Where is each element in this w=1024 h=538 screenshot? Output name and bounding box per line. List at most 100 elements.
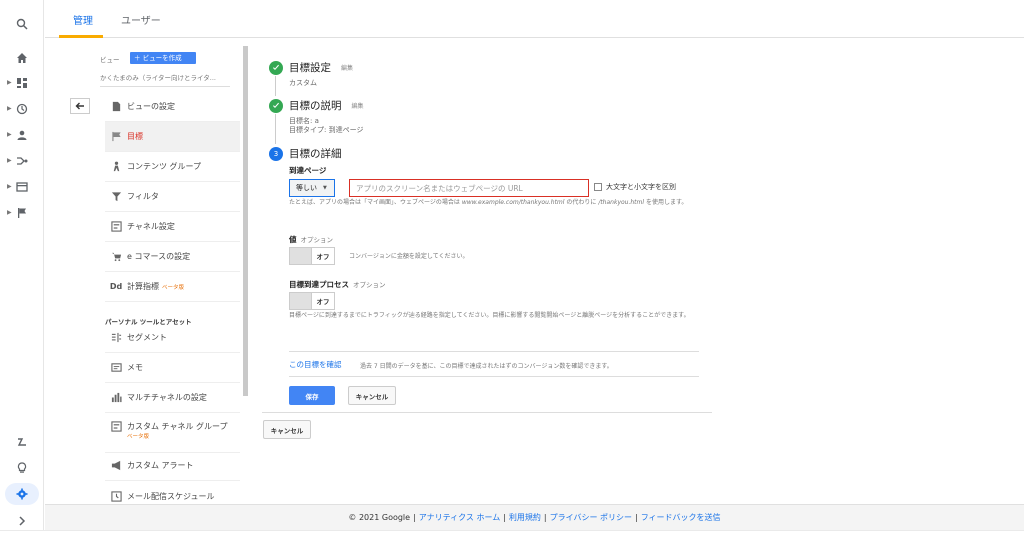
match-type-dropdown[interactable]: 等しい ▼ — [289, 179, 335, 197]
gear-icon[interactable] — [0, 484, 44, 504]
divider — [262, 412, 712, 413]
flag-icon — [105, 131, 127, 142]
search-icon[interactable] — [0, 14, 44, 34]
expand-rail-chevron-icon[interactable] — [0, 511, 44, 531]
divider — [289, 376, 699, 377]
tab-user[interactable]: ユーザー — [121, 12, 161, 27]
view-menu-label: カスタム アラート — [127, 461, 194, 470]
view-menu-label: メール配信スケジュール — [127, 491, 215, 501]
back-arrow-icon — [75, 102, 84, 110]
view-menu-item-multichannel[interactable]: マルチチャネルの設定 — [105, 383, 240, 413]
view-menu-item-calculated-metrics[interactable]: Dd 計算指標 ベータ版 — [105, 272, 240, 302]
person-group-icon — [105, 161, 127, 172]
verify-goal-description: 過去 7 日間のデータを基に、この目標で達成されたはずのコンバージョン数を確認で… — [360, 363, 613, 370]
beta-badge: ベータ版 — [127, 434, 150, 440]
filter-icon — [105, 191, 127, 202]
step-summary: カスタム — [289, 79, 317, 87]
footer-link-terms[interactable]: 利用規約 — [509, 512, 541, 523]
case-sensitive-checkbox[interactable] — [594, 183, 602, 191]
value-help-text: コンバージョンに金額を設定してください。 — [349, 253, 469, 260]
view-selector[interactable]: かくたまのみ（ライター向けとライタ... — [100, 72, 230, 87]
view-menu-label: コンテンツ グループ — [127, 162, 202, 171]
view-menu-label: メモ — [127, 363, 143, 372]
lightbulb-icon[interactable] — [0, 458, 44, 478]
segment-icon — [105, 332, 127, 343]
check-circle-icon — [269, 98, 283, 113]
beta-badge: ベータ版 — [162, 284, 185, 291]
attribution-icon[interactable] — [0, 432, 44, 452]
step-title: 目標の説明 — [289, 100, 342, 112]
view-menu-label: 目標 — [127, 132, 143, 141]
step-goal-details: 3 目標の詳細 — [269, 146, 342, 161]
bar-chart-icon — [105, 392, 127, 403]
tab-admin[interactable]: 管理 — [73, 12, 93, 27]
channel-group-icon — [105, 421, 127, 432]
footer-link-feedback[interactable]: フィードバックを送信 — [641, 512, 721, 523]
back-button[interactable] — [70, 98, 90, 114]
home-icon[interactable] — [0, 48, 44, 68]
outer-cancel-button[interactable]: キャンセル — [263, 420, 311, 439]
verify-goal-link[interactable]: この目標を確認 — [289, 359, 342, 370]
edit-link[interactable]: 編集 — [352, 101, 364, 110]
toggle-state: オフ — [316, 298, 330, 306]
document-icon — [105, 101, 127, 112]
view-menu-item-ecommerce[interactable]: e コマースの設定 — [105, 242, 240, 272]
step-connector — [275, 114, 276, 144]
behavior-icon[interactable] — [0, 177, 44, 197]
active-tab-underline — [59, 35, 103, 38]
view-menu-label: ビューの設定 — [127, 102, 175, 111]
footer-link-analytics-home[interactable]: アナリティクス ホーム — [419, 512, 500, 523]
funnel-label: 目標到達プロセス オプション — [289, 280, 386, 289]
channel-icon — [105, 221, 127, 232]
case-sensitive-label: 大文字と小文字を区別 — [606, 183, 676, 191]
create-view-button[interactable]: ＋ ビューを作成 — [130, 52, 196, 64]
cancel-button[interactable]: キャンセル — [348, 386, 396, 405]
toggle-knob — [290, 293, 312, 309]
conversions-flag-icon[interactable] — [0, 203, 44, 223]
destination-label: 到達ページ — [289, 166, 327, 175]
save-button[interactable]: 保存 — [289, 386, 335, 405]
step-title: 目標の詳細 — [289, 148, 342, 160]
view-menu-item-notes[interactable]: メモ — [105, 353, 240, 383]
step-goal-description: 目標の説明 編集 — [269, 98, 364, 113]
view-menu-item-custom-channel-groups[interactable]: カスタム チャネル グループ ベータ版 — [105, 413, 240, 453]
match-type-value: 等しい — [296, 184, 317, 192]
acquisition-icon[interactable] — [0, 151, 44, 171]
view-menu-label: 計算指標 — [127, 282, 159, 291]
audience-icon[interactable] — [0, 125, 44, 145]
destination-url-input[interactable] — [349, 179, 589, 197]
destination-help-text: たとえば、アプリの場合は「マイ画面」、ウェブページの場合は www.exampl… — [289, 199, 688, 206]
toggle-knob — [290, 248, 312, 264]
footer-link-privacy[interactable]: プライバシー ポリシー — [550, 512, 632, 523]
view-menu-item-channel-settings[interactable]: チャネル設定 — [105, 212, 240, 242]
step-title: 目標設定 — [289, 62, 331, 74]
view-menu-label: フィルタ — [127, 192, 159, 201]
view-menu-label: マルチチャネルの設定 — [127, 393, 207, 402]
clock-icon — [105, 490, 127, 502]
edit-link[interactable]: 編集 — [341, 63, 353, 72]
admin-top-bar: 管理 ユーザー — [45, 0, 1024, 38]
footer: © 2021 Google | アナリティクス ホーム | 利用規約 | プライ… — [45, 504, 1024, 530]
dd-icon: Dd — [109, 282, 123, 291]
view-column: ビュー ＋ ビューを作成 かくたまのみ（ライター向けとライタ... ビューの設定… — [70, 46, 250, 504]
view-menu-item-content-groups[interactable]: コンテンツ グループ — [105, 152, 240, 182]
funnel-toggle[interactable]: オフ — [289, 292, 335, 310]
value-toggle[interactable]: オフ — [289, 247, 335, 265]
view-menu-label: チャネル設定 — [127, 222, 175, 231]
view-menu-item-filters[interactable]: フィルタ — [105, 182, 240, 212]
clock-icon[interactable] — [0, 99, 44, 119]
view-column-scrollbar[interactable] — [243, 46, 248, 396]
view-menu-item-custom-alerts[interactable]: カスタム アラート — [105, 451, 240, 481]
view-menu-item-view-settings[interactable]: ビューの設定 — [105, 92, 240, 122]
step-goal-setup: 目標設定 編集 — [269, 60, 353, 75]
view-menu-item-segments[interactable]: セグメント — [105, 323, 240, 353]
left-nav-rail: ▶ ▶ ▶ ▶ ▶ ▶ — [0, 0, 44, 538]
note-icon — [105, 362, 127, 373]
copyright: © 2021 Google — [348, 513, 411, 522]
goal-name-summary: 目標名: a — [289, 117, 319, 125]
toggle-state: オフ — [316, 253, 330, 261]
view-menu-item-goals[interactable]: 目標 — [105, 122, 240, 152]
dashboard-icon[interactable] — [0, 73, 44, 93]
divider — [289, 351, 699, 352]
window-bottom-edge — [0, 530, 1024, 538]
